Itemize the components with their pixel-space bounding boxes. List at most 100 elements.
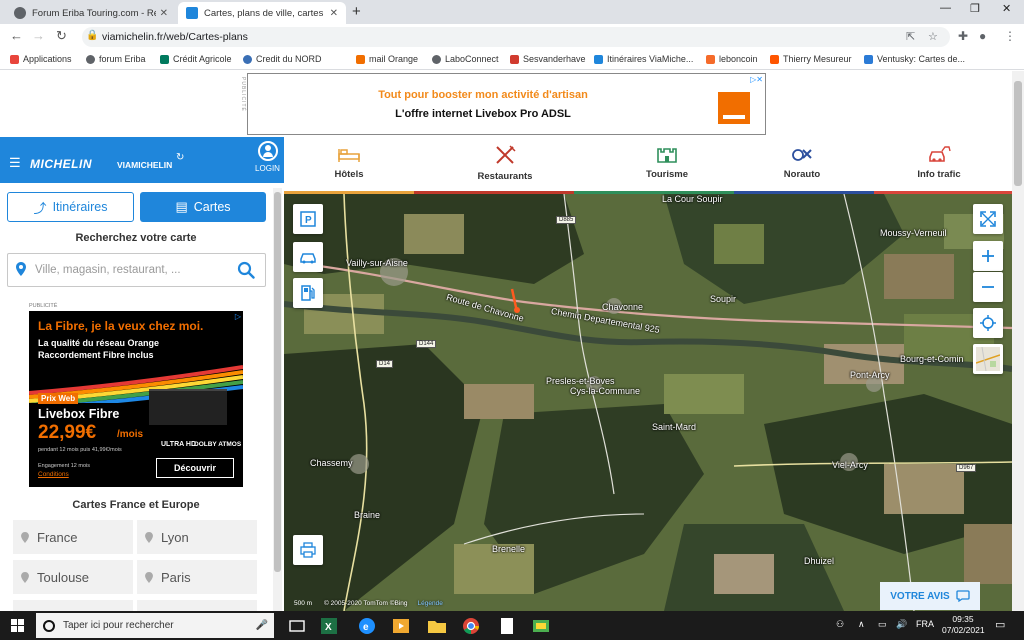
refresh-icon[interactable]: ↻ <box>176 152 184 163</box>
address-bar[interactable]: 🔒 viamichelin.fr/web/Cartes-plans ⇱ ☆ <box>82 27 950 47</box>
people-icon[interactable]: ⚇ <box>836 619 844 630</box>
category-norauto[interactable]: Norauto <box>737 145 867 180</box>
bookmark-credit-agricole[interactable]: Crédit Agricole <box>160 54 232 64</box>
satellite-map[interactable]: La Cour Soupir Moussy-Verneuil Vailly-su… <box>284 194 1012 611</box>
bookmark-sesvanderhave[interactable]: Sesvanderhave <box>510 54 586 64</box>
itineraires-button[interactable]: ⤴ Itinéraires <box>7 192 134 222</box>
media-player-icon[interactable] <box>390 615 412 637</box>
decouvrir-button[interactable]: Découvrir <box>156 458 234 478</box>
map-place-label: Pont-Arcy <box>850 370 890 380</box>
bookmark-thierry-mesureur[interactable]: Thierry Mesureur <box>770 54 852 64</box>
category-hotels[interactable]: Hôtels <box>284 145 414 180</box>
system-clock[interactable]: 09:35 07/02/2021 <box>942 614 985 636</box>
location-pin-icon <box>21 571 29 583</box>
taskbar-search[interactable]: Taper ici pour rechercher 🎤 <box>36 613 274 638</box>
extensions-icon[interactable]: ✚ <box>958 29 968 43</box>
michelin-logo[interactable]: MICHELIN <box>30 157 92 171</box>
livebox-pro-banner[interactable]: Tout pour booster mon activité d'artisan… <box>247 73 766 135</box>
category-info-trafic[interactable]: Info trafic <box>874 145 1004 180</box>
city-link-france[interactable]: France <box>13 520 133 554</box>
forward-arrow-icon[interactable]: → <box>32 28 45 43</box>
excel-icon[interactable]: X <box>318 615 340 637</box>
search-icon[interactable] <box>237 261 255 279</box>
back-arrow-icon[interactable]: ← <box>10 28 23 43</box>
parking-button[interactable]: P <box>293 204 323 234</box>
close-icon[interactable]: ✕ <box>330 8 338 19</box>
dolby-atmos-badge: DOLBY ATMOS <box>194 441 242 448</box>
print-button[interactable] <box>293 535 323 565</box>
taskbar-search-placeholder: Taper ici pour rechercher <box>63 620 174 631</box>
bookmark-applications[interactable]: Applications <box>10 54 72 64</box>
hamburger-menu-icon[interactable]: ☰ <box>9 155 21 171</box>
map-layer-button[interactable] <box>973 344 1003 374</box>
chrome-icon[interactable] <box>460 615 482 637</box>
credit-du-nord-icon <box>243 54 252 64</box>
search-title: Recherchez votre carte <box>75 232 197 244</box>
task-view-icon[interactable] <box>286 615 308 637</box>
bookmark-ventusky[interactable]: Ventusky: Cartes de... <box>864 54 965 64</box>
road-number-label: D144 <box>416 340 437 348</box>
votre-avis-button[interactable]: VOTRE AVIS <box>880 582 980 610</box>
fibre-ad-conditions-link[interactable]: Conditions <box>38 471 69 478</box>
adchoices-icon[interactable]: ▷ <box>235 312 241 321</box>
map-place-label: Moussy-Verneuil <box>880 228 947 238</box>
bookmark-itineraires[interactable]: Itinéraires ViaMiche... <box>594 54 693 64</box>
category-tourisme[interactable]: Tourisme <box>602 145 732 180</box>
map-search-input[interactable] <box>35 260 225 280</box>
notification-icon[interactable]: ▭ <box>995 618 1005 631</box>
globe-icon <box>14 7 26 19</box>
edge-icon[interactable]: e <box>356 615 378 637</box>
green-app-icon[interactable] <box>530 615 552 637</box>
menu-dots-icon[interactable]: ⋮ <box>1004 29 1016 43</box>
tab-viamichelin[interactable]: Cartes, plans de ville, cartes rout ✕ <box>178 2 346 24</box>
file-explorer-icon[interactable] <box>426 615 448 637</box>
globe-icon <box>432 54 441 64</box>
city-link-toulouse[interactable]: Toulouse <box>13 560 133 594</box>
scrollbar-thumb[interactable] <box>274 192 281 572</box>
language-indicator[interactable]: FRA <box>916 619 934 629</box>
cartes-button[interactable]: ▤ Cartes <box>140 192 266 222</box>
volume-icon[interactable]: 🔊 <box>896 619 907 630</box>
page-scrollbar[interactable] <box>1012 71 1024 611</box>
bookmark-forum-eriba[interactable]: forum Eriba <box>86 54 146 64</box>
adchoices-icon[interactable]: ▷✕ <box>750 75 763 84</box>
window-close-button[interactable]: ✕ <box>1002 2 1011 15</box>
left-panel-scrollbar[interactable] <box>273 188 282 611</box>
scrollbar-thumb[interactable] <box>1014 81 1022 186</box>
legende-link[interactable]: Légende <box>418 600 443 607</box>
livebox-device-image <box>149 389 227 425</box>
notepad-icon[interactable] <box>496 615 518 637</box>
network-icon[interactable]: ▭ <box>878 619 887 630</box>
minimize-button[interactable]: — <box>940 2 951 14</box>
windows-start-icon[interactable] <box>11 619 24 632</box>
category-restaurants[interactable]: Restaurants <box>440 145 570 182</box>
close-icon[interactable]: ✕ <box>160 8 168 19</box>
location-pin-icon <box>16 262 26 276</box>
zoom-in-button[interactable] <box>973 241 1003 271</box>
profile-icon[interactable]: ● <box>979 29 986 43</box>
livebox-fibre-ad[interactable]: La Fibre, je la veux chez moi. La qualit… <box>29 311 243 487</box>
fuel-station-button[interactable] <box>293 278 323 308</box>
login-button[interactable]: LOGIN <box>251 141 284 181</box>
traffic-button[interactable] <box>293 242 323 272</box>
minus-icon <box>982 286 994 288</box>
chevron-up-icon[interactable]: ∧ <box>858 619 865 630</box>
bookmark-mail-orange[interactable]: mail Orange <box>356 54 418 64</box>
fullscreen-button[interactable] <box>973 204 1003 234</box>
reload-icon[interactable]: ↻ <box>56 28 67 44</box>
zoom-out-button[interactable] <box>973 272 1003 302</box>
geolocate-button[interactable] <box>973 308 1003 338</box>
bookmark-leboncoin[interactable]: leboncoin <box>706 54 758 64</box>
bookmark-credit-du-nord[interactable]: Credit du NORD <box>243 54 322 64</box>
tab-forum-eriba[interactable]: Forum Eriba Touring.com - Répo ✕ <box>6 2 176 24</box>
url-text: viamichelin.fr/web/Cartes-plans <box>102 31 248 43</box>
city-link-lyon[interactable]: Lyon <box>137 520 257 554</box>
new-tab-button[interactable]: + <box>352 3 361 20</box>
location-pin-icon <box>145 571 153 583</box>
city-link-paris[interactable]: Paris <box>137 560 257 594</box>
share-icon[interactable]: ⇱ <box>906 30 915 43</box>
maximize-button[interactable]: ❐ <box>970 2 980 15</box>
bookmark-laboconnect[interactable]: LaboConnect <box>432 54 499 64</box>
microphone-icon[interactable]: 🎤 <box>256 620 268 631</box>
star-icon[interactable]: ☆ <box>928 30 938 43</box>
